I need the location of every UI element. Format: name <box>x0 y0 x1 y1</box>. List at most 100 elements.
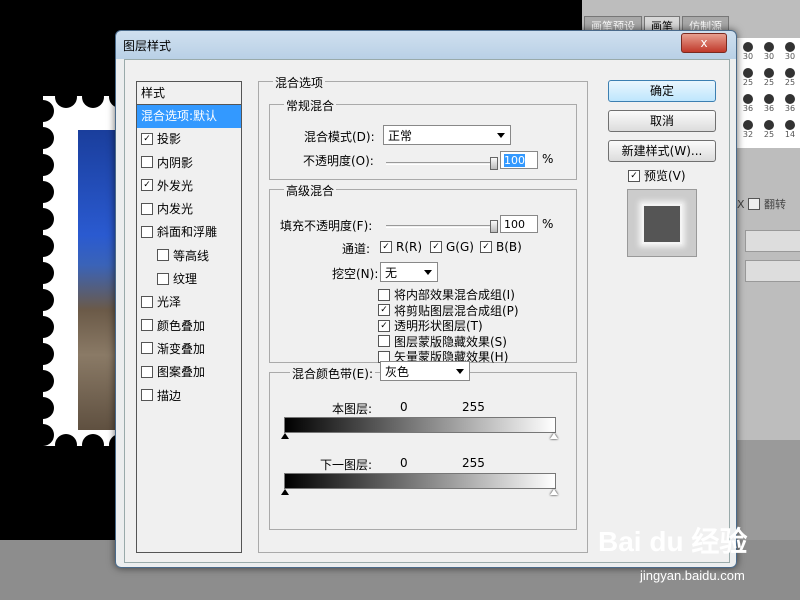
brush-size-label: 25 <box>784 78 796 87</box>
brush-dot-icon <box>764 68 774 78</box>
stamp-perforation <box>32 235 54 257</box>
style-list-item[interactable]: ✓ 外发光 <box>137 175 241 198</box>
this-layer-max: 255 <box>462 400 485 414</box>
checkbox-icon[interactable] <box>141 225 153 238</box>
style-list-item[interactable]: 内发光 <box>137 198 241 221</box>
style-list-item[interactable]: 描边 <box>137 385 241 408</box>
checkbox-checked-icon: ✓ <box>378 304 390 316</box>
under-layer-black-slider[interactable] <box>281 489 289 495</box>
style-list-item[interactable]: 渐变叠加 <box>137 338 241 361</box>
style-list-item[interactable]: ✓ 投影 <box>137 128 241 151</box>
checkbox-icon[interactable] <box>141 156 153 169</box>
stamp-perforation <box>32 154 54 176</box>
style-list-item[interactable]: 内阴影 <box>137 152 241 175</box>
brush-size-label: 30 <box>763 52 775 61</box>
stamp-perforation <box>32 343 54 365</box>
blend-options-panel: 混合选项 常规混合 混合模式(D): 正常 不透明度(O): 100 % 高级混… <box>258 74 588 553</box>
brush-tip[interactable]: 25 <box>738 68 758 88</box>
brush-tip[interactable]: 32 <box>738 120 758 140</box>
knockout-value: 无 <box>385 266 398 280</box>
opacity-input[interactable]: 100 <box>500 151 538 169</box>
flip-label: 翻转 <box>764 198 787 211</box>
brush-dot-icon <box>743 42 753 52</box>
checkbox-icon[interactable] <box>157 272 169 285</box>
brush-tip[interactable]: 30 <box>780 42 800 62</box>
opacity-percent: % <box>542 152 554 166</box>
layer-style-dialog: 图层样式 x 样式 混合选项:默认 ✓ 投影 内阴影 ✓ 外发光 内发光 斜面和浮雕 等高线 纹理… <box>115 30 737 568</box>
style-list-item[interactable]: 图案叠加 <box>137 361 241 384</box>
brush-tip[interactable]: 36 <box>780 94 800 114</box>
checkbox-icon[interactable] <box>141 342 153 355</box>
style-list-item[interactable]: 混合选项:默认 <box>137 105 241 129</box>
advanced-option-checkbox[interactable]: ✓ 透明形状图层(T) <box>378 317 483 334</box>
advanced-option-checkbox[interactable]: ✓ 将剪贴图层混合成组(P) <box>378 302 519 319</box>
ok-button[interactable]: 确定 <box>608 80 716 102</box>
advanced-option-checkbox[interactable]: 将内部效果混合成组(I) <box>378 286 515 303</box>
this-layer-gradient <box>284 417 556 433</box>
brush-tip[interactable]: 25 <box>759 68 779 88</box>
brush-size-label: 25 <box>763 78 775 87</box>
cancel-button[interactable]: 取消 <box>608 110 716 132</box>
brush-tip[interactable]: 25 <box>780 68 800 88</box>
brush-tip[interactable]: 25 <box>759 120 779 140</box>
checkbox-icon[interactable] <box>141 365 153 378</box>
brush-size-label: 30 <box>742 52 754 61</box>
advanced-option-label: 图层蒙版隐藏效果(S) <box>394 334 507 349</box>
under-layer-gradient <box>284 473 556 489</box>
brush-tip[interactable]: 14 <box>780 120 800 140</box>
fill-opacity-label: 填充不透明度(F): <box>280 219 373 233</box>
preview-checkbox[interactable]: ✓ 预览(V) <box>628 167 686 184</box>
opacity-slider-thumb[interactable] <box>490 157 498 170</box>
style-list-item[interactable]: 等高线 <box>137 245 241 268</box>
style-list-item[interactable]: 颜色叠加 <box>137 315 241 338</box>
under-layer-white-slider[interactable] <box>550 489 558 495</box>
blend-mode-select[interactable]: 正常 <box>383 125 511 145</box>
channel-g-checkbox[interactable]: ✓ G(G) <box>430 240 474 254</box>
this-layer-white-slider[interactable] <box>550 433 558 439</box>
style-list-item-label: 内发光 <box>157 202 194 217</box>
fill-opacity-percent: % <box>542 217 554 231</box>
checkbox-icon[interactable] <box>141 319 153 332</box>
brush-size-label: 14 <box>784 130 796 139</box>
checkbox-icon[interactable] <box>141 202 153 215</box>
channel-r-checkbox[interactable]: ✓ R(R) <box>380 240 422 254</box>
fill-opacity-slider[interactable] <box>386 220 498 233</box>
fill-opacity-slider-thumb[interactable] <box>490 220 498 233</box>
brush-dot-icon <box>764 94 774 104</box>
channel-b-checkbox[interactable]: ✓ B(B) <box>480 240 522 254</box>
style-list-item-label: 外发光 <box>157 178 194 193</box>
stamp-perforation <box>32 397 54 419</box>
checkbox-checked-icon: ✓ <box>480 240 492 253</box>
brush-tip[interactable]: 36 <box>738 94 758 114</box>
blend-if-select[interactable]: 灰色 <box>380 361 470 381</box>
brush-tip[interactable]: 30 <box>759 42 779 62</box>
this-layer-black-slider[interactable] <box>281 433 289 439</box>
checkbox-checked-icon[interactable]: ✓ <box>141 179 153 192</box>
checkbox-icon[interactable] <box>157 249 169 262</box>
checkbox-icon[interactable] <box>141 389 153 402</box>
brush-dot-icon <box>764 120 774 130</box>
checkbox-icon[interactable] <box>141 295 153 308</box>
close-button[interactable]: x <box>681 33 727 53</box>
blend-if-value: 灰色 <box>385 365 410 379</box>
checkbox-checked-icon: ✓ <box>430 240 442 253</box>
stamp-perforation <box>32 289 54 311</box>
checkbox-checked-icon[interactable]: ✓ <box>141 132 153 145</box>
brush-dot-icon <box>785 120 795 130</box>
new-style-button[interactable]: 新建样式(W)... <box>608 140 716 162</box>
close-icon: x <box>700 36 708 50</box>
style-list-item[interactable]: 斜面和浮雕 <box>137 221 241 244</box>
style-list-item-label: 斜面和浮雕 <box>157 225 218 240</box>
blend-options-title: 混合选项 <box>273 74 326 91</box>
opacity-slider[interactable] <box>386 157 498 170</box>
brush-tip[interactable]: 36 <box>759 94 779 114</box>
advanced-option-checkbox[interactable]: 图层蒙版隐藏效果(S) <box>378 333 507 350</box>
brush-tip-grid: 30 30 30 25 25 25 36 36 36 32 25 14 <box>736 38 800 148</box>
brush-dot-icon <box>743 120 753 130</box>
brush-tip[interactable]: 30 <box>738 42 758 62</box>
fill-opacity-input[interactable]: 100 <box>500 215 538 233</box>
style-list-item[interactable]: 光泽 <box>137 291 241 314</box>
style-list-item[interactable]: 纹理 <box>137 268 241 291</box>
knockout-select[interactable]: 无 <box>380 262 438 282</box>
stamp-perforation <box>82 86 104 108</box>
